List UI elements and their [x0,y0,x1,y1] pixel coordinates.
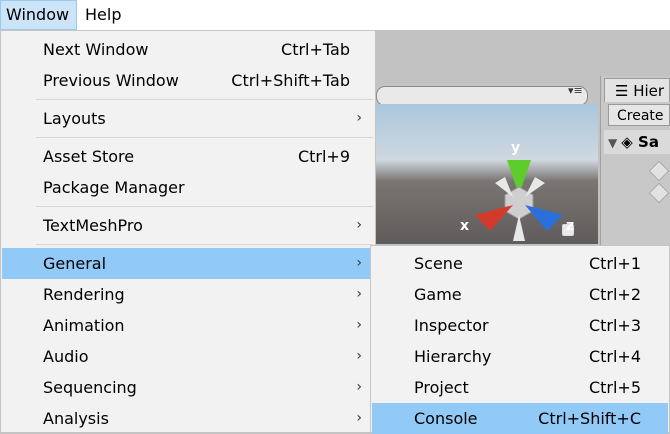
gizmo-x-label: x [460,218,470,234]
scene-name: Sa [638,133,659,151]
menu-item-label: Animation [43,316,125,335]
submenu-arrow-icon: › [356,379,362,395]
submenu-item-shortcut: Ctrl+5 [588,378,641,397]
menu-item-package-manager[interactable]: Package Manager [2,172,374,203]
submenu-arrow-icon: › [356,110,362,126]
menu-separator [36,99,373,100]
submenu-item-label: Console [414,409,478,428]
gizmo-top-left-cone[interactable] [495,177,513,197]
submenu-item-game[interactable]: Game Ctrl+2 [372,279,668,310]
menu-item-shortcut: Ctrl+Shift+Tab [231,71,350,90]
submenu-item-inspector[interactable]: Inspector Ctrl+3 [372,310,668,341]
window-menu: Next Window Ctrl+Tab Previous Window Ctr… [0,30,376,433]
menu-bar: Window Help [0,0,670,30]
menu-item-label: General [43,254,107,273]
submenu-item-project[interactable]: Project Ctrl+5 [372,372,668,403]
submenu-arrow-icon: › [356,217,362,233]
create-button[interactable]: Create [608,104,670,126]
menu-item-shortcut: Ctrl+Tab [281,40,350,59]
scene-root-row[interactable]: ▼ ◈ Sa [604,130,670,154]
menu-item-label: Asset Store [43,147,135,166]
submenu-item-label: Project [414,378,469,397]
menu-item-label: Next Window [43,40,149,59]
submenu-arrow-icon: › [356,317,362,333]
submenu-item-shortcut: Ctrl+1 [588,254,641,273]
submenu-item-hierarchy[interactable]: Hierarchy Ctrl+4 [372,341,668,372]
submenu-item-label: Hierarchy [414,347,492,366]
menu-item-asset-store[interactable]: Asset Store Ctrl+9 [2,141,374,172]
menu-item-general[interactable]: General › [2,248,374,279]
gizmo-bottom-cone[interactable] [513,215,525,241]
gizmo-y-label: y [511,140,521,156]
menu-separator [36,206,373,207]
panel-menu-icon[interactable]: ▾≡ [568,84,583,97]
gizmo-z-label: z [566,218,575,234]
submenu-item-shortcut: Ctrl+4 [588,347,641,366]
general-submenu: Scene Ctrl+1 Game Ctrl+2 Inspector Ctrl+… [370,245,670,434]
menu-window[interactable]: Window [0,0,77,30]
menu-item-previous-window[interactable]: Previous Window Ctrl+Shift+Tab [2,65,374,96]
submenu-item-shortcut: Ctrl+3 [588,316,641,335]
submenu-arrow-icon: › [356,286,362,302]
submenu-item-shortcut: Ctrl+2 [588,285,641,304]
menu-item-layouts[interactable]: Layouts › [2,103,374,134]
submenu-item-label: Inspector [414,316,489,335]
submenu-arrow-icon: › [356,410,362,426]
menu-item-audio[interactable]: Audio › [2,341,374,372]
scene-search-field[interactable] [376,86,588,106]
menu-item-shortcut: Ctrl+9 [297,147,350,166]
menu-item-animation[interactable]: Animation › [2,310,374,341]
submenu-item-console[interactable]: Console Ctrl+Shift+C [372,403,668,434]
menu-item-analysis[interactable]: Analysis › [2,403,374,434]
tab-hierarchy[interactable]: ☰ Hier [604,78,670,102]
submenu-item-label: Game [414,285,462,304]
unity-logo-icon: ◈ [621,133,633,151]
menu-item-label: Package Manager [43,178,185,197]
menu-item-next-window[interactable]: Next Window Ctrl+Tab [2,34,374,65]
menu-item-label: Audio [43,347,89,366]
menu-item-sequencing[interactable]: Sequencing › [2,372,374,403]
menu-item-label: Analysis [43,409,109,428]
menu-item-label: Layouts [43,109,106,128]
menu-item-label: Previous Window [43,71,179,90]
gizmo-top-right-cone[interactable] [525,177,545,197]
menu-separator [36,244,373,245]
menu-item-textmeshpro[interactable]: TextMeshPro › [2,210,374,241]
hierarchy-tab-label: Hier [633,82,665,100]
expand-triangle-icon[interactable]: ▼ [604,136,621,150]
menu-item-label: Sequencing [43,378,137,397]
submenu-item-shortcut: Ctrl+Shift+C [538,409,641,428]
submenu-arrow-icon: › [356,348,362,364]
menu-item-label: TextMeshPro [43,216,143,235]
submenu-item-label: Scene [414,254,463,273]
gizmo-x-cone[interactable] [475,205,513,231]
submenu-item-scene[interactable]: Scene Ctrl+1 [372,248,668,279]
menu-separator [36,137,373,138]
menu-item-label: Rendering [43,285,125,304]
gizmo-z-cone[interactable] [525,205,563,231]
menu-item-rendering[interactable]: Rendering › [2,279,374,310]
menu-help[interactable]: Help [80,0,130,30]
submenu-arrow-icon: › [356,255,362,271]
